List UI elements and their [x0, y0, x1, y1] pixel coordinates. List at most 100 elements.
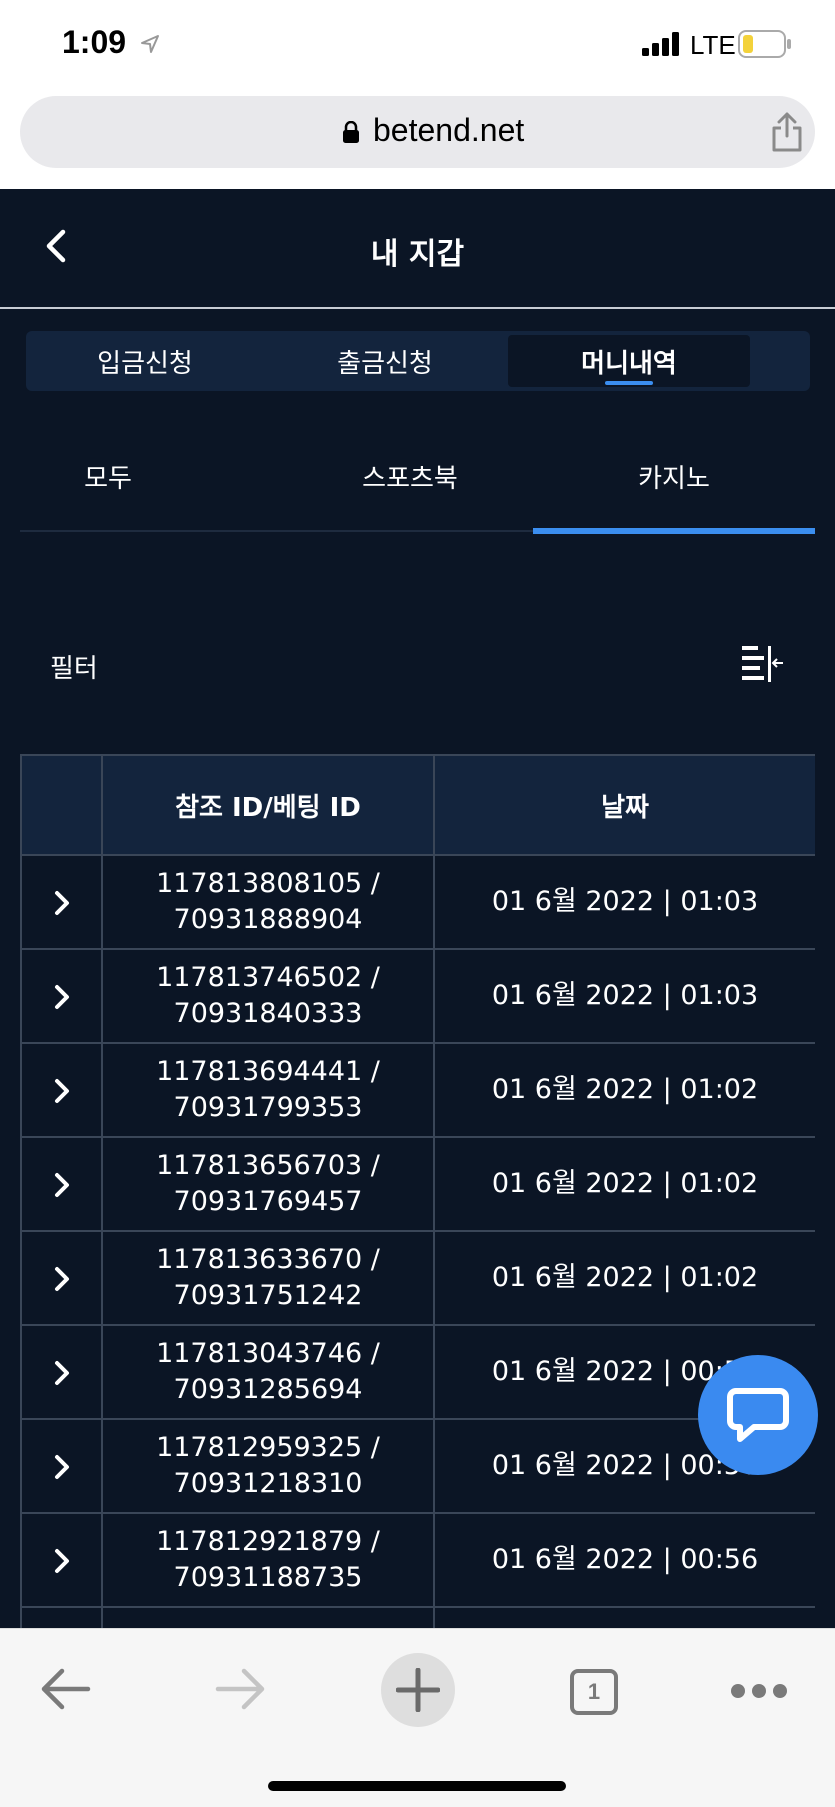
bet-id: 70931840333 [173, 998, 363, 1029]
row-reference-cell: 117813694441 / 70931799353 [101, 1042, 435, 1138]
bet-id: 70931285694 [173, 1374, 363, 1405]
chat-bubble-icon [727, 1388, 789, 1442]
tabs-count-button[interactable]: 1 [570, 1669, 618, 1715]
reference-id: 117813633670 / [156, 1244, 380, 1275]
page-title: 내 지갑 [370, 237, 465, 272]
bet-id: 70931751242 [173, 1280, 363, 1311]
table-row[interactable]: 117812959325 /70931218310 01 6월 2022 | 00… [20, 1418, 815, 1514]
address-bar[interactable]: betend.net [20, 96, 815, 168]
reference-id: 117813694441 / [156, 1056, 380, 1087]
bet-id: 70931799353 [173, 1092, 363, 1123]
chevron-right-icon [54, 1078, 69, 1103]
chevron-right-icon [54, 1266, 69, 1291]
row-reference-cell: 117812894754 / [101, 1606, 435, 1628]
subtab-casino[interactable]: 카지노 [533, 420, 815, 534]
chevron-right-icon [54, 1548, 69, 1573]
row-reference-cell: 117813746502 / 70931840333 [101, 948, 435, 1044]
header-date: 날짜 [433, 754, 815, 856]
reference-id: 117812921879 / [156, 1526, 380, 1557]
url-text: betend.net [373, 112, 525, 148]
header-expand [20, 754, 103, 856]
chevron-right-icon [54, 1172, 69, 1197]
plus-icon [396, 1668, 440, 1712]
bet-id: 70931769457 [173, 1186, 363, 1217]
row-expand-cell[interactable] [20, 854, 103, 950]
chevron-right-icon [54, 1454, 69, 1479]
subtab-sportsbook[interactable]: 스포츠북 [270, 420, 550, 532]
reference-id: 117813808105 / [156, 868, 380, 899]
row-expand-cell[interactable] [20, 1230, 103, 1326]
tab-withdrawal[interactable]: 출금신청 [264, 331, 506, 391]
row-expand-cell[interactable] [20, 948, 103, 1044]
share-icon[interactable] [770, 112, 804, 152]
chevron-right-icon [54, 1360, 69, 1385]
active-subtab-indicator [533, 528, 815, 534]
table-row[interactable]: 117813746502 / 70931840333 01 6월 2022 | 01… [20, 948, 815, 1044]
subtab-all[interactable]: 모두 [20, 420, 196, 532]
row-reference-cell: 117813043746 / 70931285694 [101, 1324, 435, 1420]
reference-id: 117813656703 / [156, 1150, 380, 1181]
row-expand-cell[interactable] [20, 1042, 103, 1138]
table-row[interactable]: 117812894754 / [20, 1606, 815, 1628]
status-bar: 1:09 LTE [0, 0, 835, 92]
chat-button[interactable] [698, 1355, 818, 1475]
row-expand-cell[interactable] [20, 1324, 103, 1420]
row-expand-cell[interactable] [20, 1418, 103, 1514]
new-tab-button[interactable] [381, 1653, 455, 1727]
table-row[interactable]: 117813808105 / 70931888904 01 6월 2022 | 01… [20, 854, 815, 950]
browser-back-icon[interactable] [38, 1667, 92, 1711]
filter-label: 필터 [50, 654, 98, 684]
row-date-cell: 01 6월 2022 | 00:56 [433, 1512, 815, 1608]
row-date-cell: 01 6월 2022 | 01:02 [433, 1042, 815, 1138]
row-reference-cell: 117812959325 / 70931218310 [101, 1418, 435, 1514]
signal-icon [642, 32, 679, 56]
reference-id: 117813043746 / [156, 1338, 380, 1369]
browser-bottom-bar: 1 [0, 1628, 835, 1807]
reference-id: 117812959325 / [156, 1432, 380, 1463]
chevron-right-icon [54, 984, 69, 1009]
row-date-cell: 01 6월 2022 | 01:03 [433, 854, 815, 950]
tab-money-history[interactable]: 머니내역 [508, 335, 750, 387]
browser-forward-icon[interactable] [214, 1667, 268, 1711]
app-header: 내 지갑 [0, 189, 835, 309]
tab-money-history-label: 머니내역 [581, 348, 677, 379]
subtab-casino-label: 카지노 [638, 463, 710, 494]
battery-icon [738, 30, 791, 58]
table-row[interactable]: 117813043746 /70931285694 01 6월 2022 | 00… [20, 1324, 815, 1420]
bet-id: 70931188735 [173, 1562, 363, 1593]
row-reference-cell: 117812921879 / 70931188735 [101, 1512, 435, 1608]
active-tab-indicator [605, 381, 653, 385]
table-row[interactable]: 117812921879 / 70931188735 01 6월 2022 | 00… [20, 1512, 815, 1608]
bet-id: 70931888904 [173, 904, 363, 935]
chevron-right-icon [54, 890, 69, 915]
location-arrow-icon [141, 35, 159, 53]
row-reference-cell: 117813808105 / 70931888904 [101, 854, 435, 950]
row-date-cell [433, 1606, 815, 1628]
table-header-row: 참조 ID/베팅 ID 날짜 [20, 754, 815, 856]
home-indicator [268, 1781, 566, 1791]
row-expand-cell[interactable] [20, 1512, 103, 1608]
reference-id: 117813746502 / [156, 962, 380, 993]
table-row[interactable]: 117813633670 / 70931751242 01 6월 2022 | 01… [20, 1230, 815, 1326]
network-label: LTE [690, 30, 736, 60]
status-time: 1:09 [62, 24, 127, 60]
main-tabs: 입금신청 출금신청 머니내역 [26, 331, 810, 391]
table-row[interactable]: 117813694441 / 70931799353 01 6월 2022 | 01… [20, 1042, 815, 1138]
row-date-cell: 01 6월 2022 | 01:02 [433, 1136, 815, 1232]
tab-deposit[interactable]: 입금신청 [26, 331, 264, 391]
row-expand-cell[interactable] [20, 1606, 103, 1628]
lock-icon [343, 121, 359, 143]
table-row[interactable]: 117813656703 / 70931769457 01 6월 2022 | 01… [20, 1136, 815, 1232]
header-reference-id: 참조 ID/베팅 ID [101, 754, 435, 856]
more-options-icon[interactable] [730, 1681, 788, 1701]
browser-url-area: betend.net [0, 92, 835, 189]
row-date-cell: 01 6월 2022 | 01:03 [433, 948, 815, 1044]
row-reference-cell: 117813656703 / 70931769457 [101, 1136, 435, 1232]
bet-id: 70931218310 [173, 1468, 363, 1499]
sub-tabs: 모두 스포츠북 카지노 [20, 420, 815, 534]
row-reference-cell: 117813633670 / 70931751242 [101, 1230, 435, 1326]
filter-icon[interactable] [740, 644, 784, 684]
transactions-table: 참조 ID/베팅 ID 날짜 117813808105 / 70931888904… [20, 754, 815, 1628]
row-expand-cell[interactable] [20, 1136, 103, 1232]
row-date-cell: 01 6월 2022 | 01:02 [433, 1230, 815, 1326]
